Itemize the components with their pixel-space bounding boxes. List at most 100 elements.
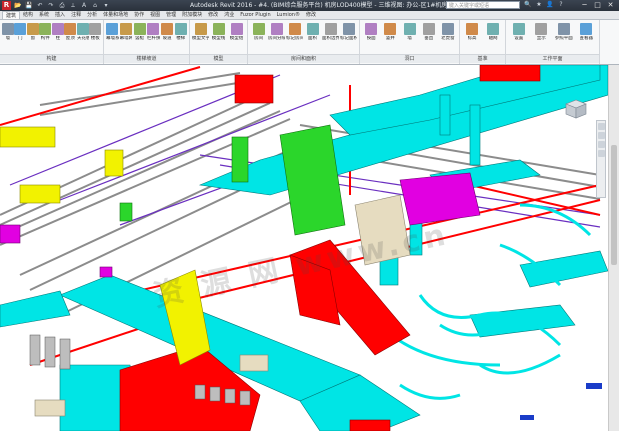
ribbon-button[interactable]: 老虎窗	[439, 22, 457, 52]
ribbon-button[interactable]: 垂直	[420, 22, 438, 52]
ribbon-tab[interactable]: 修改	[303, 11, 319, 19]
quick-access-icon[interactable]: 📂	[14, 1, 22, 10]
ribbon-button[interactable]: 轴网	[483, 22, 503, 52]
ribbon-button[interactable]: 模型线	[210, 22, 227, 52]
user-icon[interactable]: 👤	[546, 1, 554, 9]
search-input[interactable]: 键入关键字或短语	[446, 1, 520, 9]
tool-icon	[422, 23, 435, 35]
tool-icon	[89, 23, 102, 35]
ribbon-panel: 墙门窗构件柱屋顶天花板楼板构建幕墙系统幕墙网格竖梃栏杆扶手坡道楼梯楼梯坡道模型文…	[0, 20, 619, 65]
ribbon-tab[interactable]: Fuzor Plugin	[237, 11, 273, 19]
close-button[interactable]: ✕	[604, 0, 617, 10]
ribbon-tabs: 建筑 结构 系统 插入 注释 分析 体量和场地 协作 视图 管理 附加模块 修改 鸿业 Fuzor Plu…	[0, 11, 619, 20]
ribbon-tab[interactable]: 系统	[36, 11, 52, 19]
ribbon-button[interactable]: 屋顶	[64, 22, 77, 52]
ribbon-button[interactable]: 楼板	[89, 22, 102, 52]
ribbon-button-label: 模型文字	[192, 36, 209, 41]
help-icon[interactable]: ?	[557, 1, 565, 9]
ribbon-button[interactable]: 标记面积	[340, 22, 357, 52]
ribbon-tab[interactable]: 附加模块	[179, 11, 205, 19]
ribbon-button-label: 标记面积	[340, 36, 357, 41]
ribbon-tab[interactable]: Lumion®	[274, 11, 303, 19]
ribbon-tab[interactable]: 建筑	[2, 11, 21, 19]
ribbon-button[interactable]: 标记房间	[286, 22, 303, 52]
star-icon[interactable]: ★	[535, 1, 543, 9]
ribbon-button[interactable]: 面积	[304, 22, 321, 52]
ribbon-button[interactable]: 设置	[508, 22, 530, 52]
ribbon-button-label: 模型线	[211, 36, 226, 41]
ribbon-button[interactable]: 门	[14, 22, 27, 52]
ribbon-button[interactable]: 幕墙网格	[120, 22, 132, 52]
ribbon-button[interactable]: 窗	[26, 22, 39, 52]
ribbon-tab[interactable]: 协作	[131, 11, 147, 19]
ribbon-tab[interactable]: 结构	[20, 11, 36, 19]
ribbon-group: 设置 显示 参照平面 查看器 工作平面	[506, 20, 600, 64]
ribbon-button[interactable]: 模型组	[228, 22, 245, 52]
scrollbar-thumb[interactable]	[611, 145, 617, 265]
ribbon-tab[interactable]: 管理	[163, 11, 179, 19]
3d-viewport[interactable]: 资 源 网 www.cn	[0, 65, 608, 431]
ribbon-button[interactable]: 房间	[250, 22, 267, 52]
ribbon-tab[interactable]: 插入	[52, 11, 68, 19]
ribbon-group-label: 房间和面积	[248, 54, 359, 63]
ribbon-tab[interactable]: 视图	[147, 11, 163, 19]
quick-access-icon[interactable]: ↶	[36, 1, 44, 10]
pan-icon[interactable]	[597, 150, 605, 157]
navigation-bar	[596, 120, 606, 198]
ribbon-button[interactable]: 构件	[39, 22, 52, 52]
viewcube-icon[interactable]	[560, 96, 590, 120]
tool-icon	[133, 23, 146, 35]
minimize-button[interactable]: ─	[578, 0, 591, 10]
ribbon-group-label: 模型	[190, 54, 247, 63]
ribbon-tab[interactable]: 修改	[205, 11, 221, 19]
ribbon-button[interactable]: 天花板	[76, 22, 89, 52]
ribbon-button[interactable]: 参照平面	[553, 22, 575, 52]
quick-access-icon[interactable]: ⟂	[69, 1, 77, 10]
ribbon-group: 模型文字 模型线 模型组模型	[190, 20, 248, 64]
ribbon-button[interactable]: 房间分隔	[268, 22, 285, 52]
ribbon-button-label: 栏杆扶手	[147, 36, 160, 41]
ribbon-button[interactable]: 竖井	[381, 22, 399, 52]
ribbon-button[interactable]: 按面	[362, 22, 380, 52]
quick-access-icon[interactable]: ↷	[47, 1, 55, 10]
ribbon-button-label: 垂直	[424, 36, 434, 41]
revit-logo-icon[interactable]: R	[2, 1, 11, 10]
steering-wheel-icon[interactable]	[597, 123, 605, 130]
ribbon-tab[interactable]: 分析	[84, 11, 100, 19]
orbit-icon[interactable]	[597, 141, 605, 148]
quick-access-icon[interactable]: A	[80, 1, 88, 10]
ribbon-button[interactable]: 显示	[531, 22, 553, 52]
ribbon-group-label: 构建	[0, 54, 103, 63]
ribbon-tab[interactable]: 注释	[68, 11, 84, 19]
quick-access-icon[interactable]: ⌂	[91, 1, 99, 10]
search-icon[interactable]: 🔍	[524, 1, 532, 9]
quick-access-icon[interactable]: 💾	[25, 1, 33, 10]
ribbon-button[interactable]: 幕墙系统	[106, 22, 119, 52]
maximize-button[interactable]: □	[591, 0, 604, 10]
ribbon-tab[interactable]: 鸿业	[221, 11, 237, 19]
ribbon-button[interactable]: 模型文字	[192, 22, 209, 52]
ribbon-tab[interactable]: 体量和场地	[100, 11, 131, 19]
vertical-scrollbar[interactable]	[608, 65, 619, 431]
ribbon-button-label: 老虎窗	[441, 36, 455, 41]
ribbon-button[interactable]: 坡道	[161, 22, 174, 52]
ribbon-button[interactable]: 面积边界	[322, 22, 339, 52]
title-bar: R 📂 💾 ↶ ↷ ⎙ ⟂ A ⌂ ▾ Autodesk Revit 2016 - #4. (B…	[0, 0, 619, 11]
tool-icon	[230, 23, 243, 35]
ribbon-button[interactable]: 查看器	[576, 22, 598, 52]
ribbon-button[interactable]: 标高	[462, 22, 482, 52]
quick-access-icon[interactable]: ▾	[102, 1, 110, 10]
ribbon-group-label: 楼梯坡道	[104, 54, 189, 63]
ribbon-button-label: 房间	[254, 36, 263, 41]
zoom-icon[interactable]	[597, 132, 605, 139]
ribbon-button[interactable]: 柱	[51, 22, 64, 52]
yellow-equipment	[0, 126, 211, 366]
ribbon-button[interactable]: 栏杆扶手	[147, 22, 160, 52]
ribbon-button[interactable]: 竖梃	[133, 22, 146, 52]
ribbon-button-label: 面积	[308, 36, 317, 41]
tool-icon	[270, 23, 283, 35]
ribbon-button[interactable]: 楼梯	[174, 22, 187, 52]
ribbon-button[interactable]: 墙	[1, 22, 14, 52]
quick-access-icon[interactable]: ⎙	[58, 1, 66, 10]
ribbon-button[interactable]: 墙	[400, 22, 418, 52]
